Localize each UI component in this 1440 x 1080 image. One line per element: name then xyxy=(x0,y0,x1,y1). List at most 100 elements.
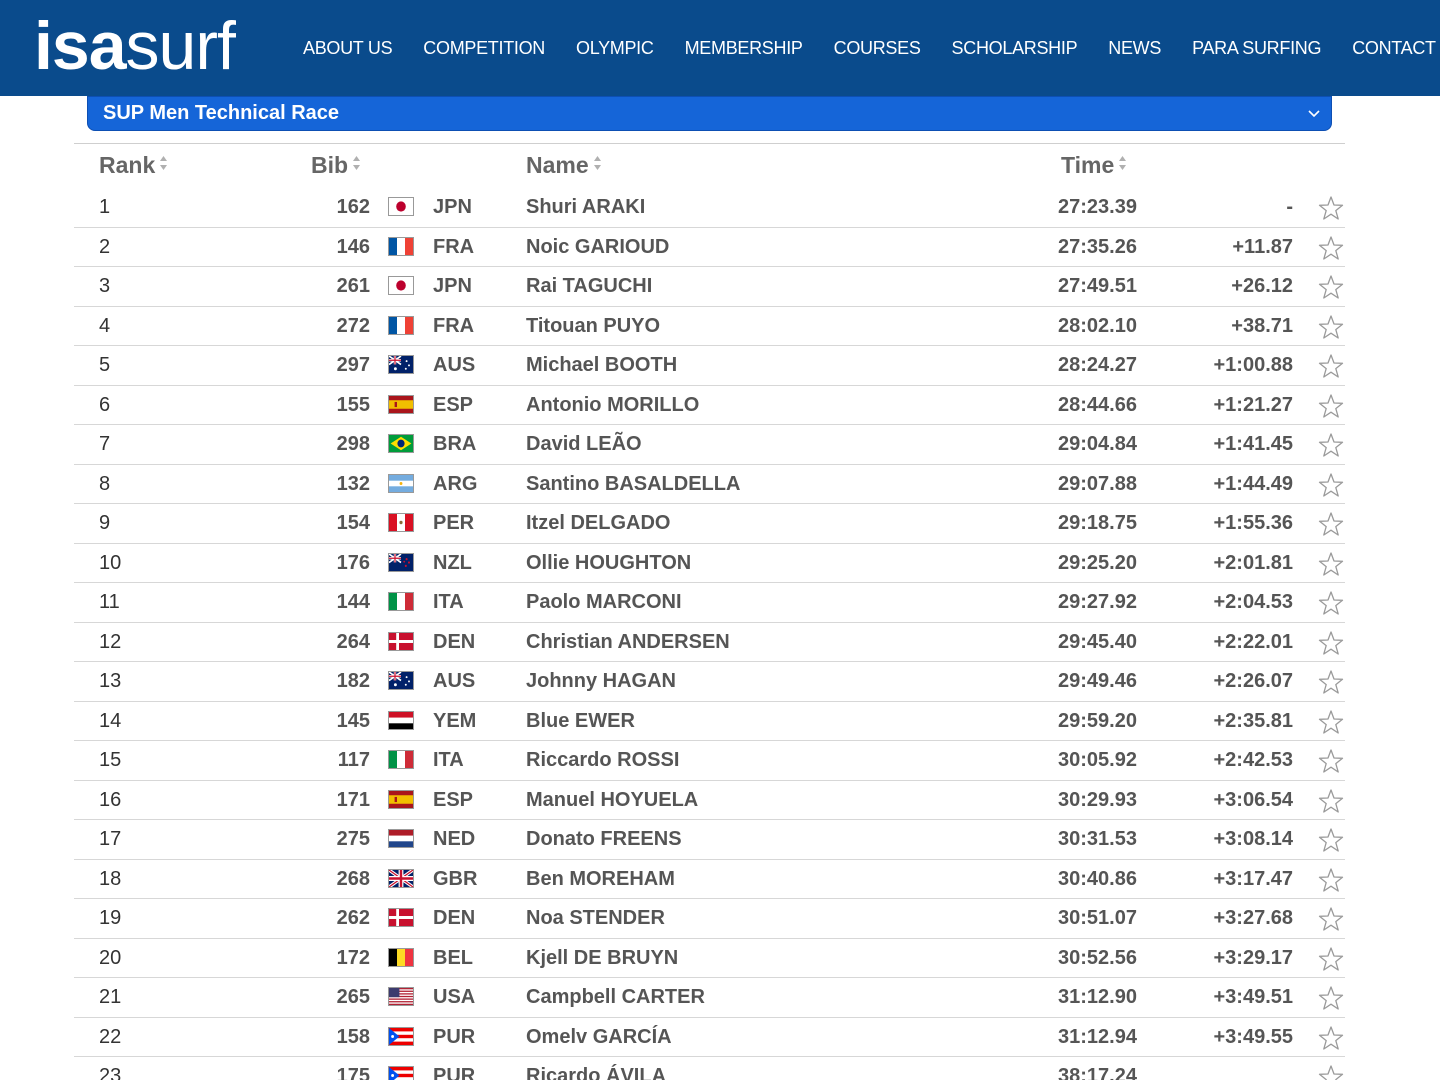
favorite-star-icon[interactable] xyxy=(1318,551,1344,577)
table-row[interactable]: 3 261 JPN Rai TAGUCHI 27:49.51 +26.12 xyxy=(74,267,1345,307)
time-cell: 29:27.92 xyxy=(1058,591,1137,613)
favorite-star-icon[interactable] xyxy=(1318,472,1344,498)
table-row[interactable]: 14 145 YEM Blue EWER 29:59.20 +2:35.81 xyxy=(74,702,1345,741)
table-row[interactable]: 4 272 FRA Titouan PUYO 28:02.10 +38.71 xyxy=(74,307,1345,346)
table-row[interactable]: 1 162 JPN Shuri ARAKI 27:23.39 - xyxy=(74,188,1345,228)
favorite-star-icon[interactable] xyxy=(1318,590,1344,616)
favorite-star-icon[interactable] xyxy=(1318,906,1344,932)
column-header-name[interactable]: Name xyxy=(526,152,602,179)
athlete-name-cell[interactable]: Omelv GARCÍA xyxy=(526,1018,672,1057)
table-row[interactable]: 22 158 PUR Omelv GARCÍA 31:12.94 +3:49.55 xyxy=(74,1018,1345,1057)
favorite-star-icon[interactable] xyxy=(1318,274,1344,300)
favorite-star-icon[interactable] xyxy=(1318,788,1344,814)
table-row[interactable]: 15 117 ITA Riccardo ROSSI 30:05.92 +2:42.53 xyxy=(74,741,1345,781)
nav-contact[interactable]: CONTACT xyxy=(1352,38,1436,59)
athlete-name-cell[interactable]: Manuel HOYUELA xyxy=(526,781,698,820)
athlete-name-cell[interactable]: Blue EWER xyxy=(526,702,635,741)
athlete-name-cell[interactable]: Antonio MORILLO xyxy=(526,386,699,425)
table-row[interactable]: 16 171 ESP Manuel HOYUELA 30:29.93 +3:06.54 xyxy=(74,781,1345,820)
athlete-name-cell[interactable]: Noa STENDER xyxy=(526,899,665,938)
nav-scholarship[interactable]: SCHOLARSHIP xyxy=(952,38,1078,59)
nav-competition[interactable]: COMPETITION xyxy=(423,38,545,59)
nation-cell: ESP xyxy=(433,788,474,811)
table-row[interactable]: 18 268 GBR Ben MOREHAM 30:40.86 +3:17.47 xyxy=(74,860,1345,899)
nation-cell: AUS xyxy=(433,670,476,692)
athlete-name-cell[interactable]: Ollie HOUGHTON xyxy=(526,544,691,583)
favorite-star-icon[interactable] xyxy=(1318,432,1344,458)
athlete-name-cell[interactable]: Donato FREENS xyxy=(526,820,682,859)
nation-cell: NED xyxy=(433,828,476,850)
rank-cell: 5 xyxy=(99,354,111,376)
favorite-star-icon[interactable] xyxy=(1318,511,1344,537)
favorite-star-icon[interactable] xyxy=(1318,946,1344,972)
nation-cell: ITA xyxy=(433,749,464,771)
bib-cell: 272 xyxy=(336,314,370,337)
favorite-star-icon[interactable] xyxy=(1318,669,1344,695)
time-cell: 29:07.88 xyxy=(1058,472,1137,495)
table-row[interactable]: 19 262 DEN Noa STENDER 30:51.07 +3:27.68 xyxy=(74,899,1345,939)
athlete-name-cell[interactable]: Itzel DELGADO xyxy=(526,504,670,543)
time-cell: 28:24.27 xyxy=(1058,354,1137,376)
table-row[interactable]: 23 175 PUR Ricardo ÁVILA 38:17.24 xyxy=(74,1057,1345,1080)
favorite-star-icon[interactable] xyxy=(1318,1064,1344,1080)
athlete-name-cell[interactable]: Campbell CARTER xyxy=(526,978,705,1017)
favorite-star-icon[interactable] xyxy=(1318,235,1344,261)
favorite-star-icon[interactable] xyxy=(1318,985,1344,1011)
favorite-star-icon[interactable] xyxy=(1318,630,1344,656)
isasurf-logo[interactable]: isa surf xyxy=(34,10,236,82)
table-row[interactable]: 8 132 ARG Santino BASALDELLA 29:07.88 +1:44.4… xyxy=(74,465,1345,504)
favorite-star-icon[interactable] xyxy=(1318,353,1344,379)
table-row[interactable]: 5 297 AUS Michael BOOTH 28:24.27 +1:00.88 xyxy=(74,346,1345,386)
table-row[interactable]: 7 298 BRA David LEÃO 29:04.84 +1:41.45 xyxy=(74,425,1345,465)
nav-about-us[interactable]: ABOUT US xyxy=(303,38,393,59)
athlete-name-cell[interactable]: Riccardo ROSSI xyxy=(526,741,679,780)
favorite-star-icon[interactable] xyxy=(1318,314,1344,340)
table-row[interactable]: 12 264 DEN Christian ANDERSEN 29:45.40 +2:22.… xyxy=(74,623,1345,662)
gap-cell: +2:22.01 xyxy=(1213,630,1293,653)
nav-para-surfing[interactable]: PARA SURFING xyxy=(1192,38,1321,59)
column-header-bib[interactable]: Bib xyxy=(311,152,361,179)
table-row[interactable]: 2 146 FRA Noic GARIOUD 27:35.26 +11.87 xyxy=(74,228,1345,267)
favorite-star-icon[interactable] xyxy=(1318,393,1344,419)
table-row[interactable]: 21 265 USA Campbell CARTER 31:12.90 +3:49.51 xyxy=(74,978,1345,1018)
bib-cell: 176 xyxy=(336,551,370,574)
column-header-rank[interactable]: Rank xyxy=(99,152,168,179)
favorite-star-icon[interactable] xyxy=(1318,827,1344,853)
nav-courses[interactable]: COURSES xyxy=(834,38,921,59)
athlete-name-cell[interactable]: Rai TAGUCHI xyxy=(526,267,652,306)
table-row[interactable]: 17 275 NED Donato FREENS 30:31.53 +3:08.14 xyxy=(74,820,1345,860)
athlete-name-cell[interactable]: Christian ANDERSEN xyxy=(526,623,730,662)
athlete-name-cell[interactable]: David LEÃO xyxy=(526,425,642,464)
table-row[interactable]: 6 155 ESP Antonio MORILLO 28:44.66 +1:21.27 xyxy=(74,386,1345,425)
athlete-name-cell[interactable]: Kjell DE BRUYN xyxy=(526,939,678,978)
nav-olympic[interactable]: OLYMPIC xyxy=(576,38,654,59)
athlete-name-cell[interactable]: Michael BOOTH xyxy=(526,346,677,385)
bib-cell: 172 xyxy=(336,946,370,969)
athlete-name-cell[interactable]: Titouan PUYO xyxy=(526,307,660,346)
athlete-name-cell[interactable]: Johnny HAGAN xyxy=(526,662,676,701)
table-row[interactable]: 20 172 BEL Kjell DE BRUYN 30:52.56 +3:29.17 xyxy=(74,939,1345,978)
favorite-star-icon[interactable] xyxy=(1318,748,1344,774)
event-dropdown[interactable]: SUP Men Technical Race xyxy=(87,96,1332,131)
table-row[interactable]: 11 144 ITA Paolo MARCONI 29:27.92 +2:04.53 xyxy=(74,583,1345,623)
table-row[interactable]: 13 182 AUS Johnny HAGAN 29:49.46 +2:26.07 xyxy=(74,662,1345,702)
nav-membership[interactable]: MEMBERSHIP xyxy=(685,38,803,59)
athlete-name-cell[interactable]: Ben MOREHAM xyxy=(526,860,675,899)
table-row[interactable]: 10 176 NZL Ollie HOUGHTON 29:25.20 +2:01.81 xyxy=(74,544,1345,583)
favorite-star-icon[interactable] xyxy=(1318,709,1344,735)
athlete-name-cell[interactable]: Paolo MARCONI xyxy=(526,583,682,622)
favorite-star-icon[interactable] xyxy=(1318,195,1344,221)
athlete-name-cell[interactable]: Ricardo ÁVILA xyxy=(526,1057,666,1080)
gap-cell: +2:01.81 xyxy=(1213,551,1293,574)
bib-cell: 268 xyxy=(336,867,370,890)
results-table: Rank Bib Name Time 1 162 JPN Shuri ARAKI 27:… xyxy=(74,143,1345,1080)
athlete-name-cell[interactable]: Santino BASALDELLA xyxy=(526,465,740,504)
column-header-time[interactable]: Time xyxy=(1061,152,1127,179)
athlete-name-cell[interactable]: Noic GARIOUD xyxy=(526,228,669,267)
bib-cell: 117 xyxy=(337,749,370,771)
favorite-star-icon[interactable] xyxy=(1318,1025,1344,1051)
nav-news[interactable]: NEWS xyxy=(1108,38,1161,59)
table-row[interactable]: 9 154 PER Itzel DELGADO 29:18.75 +1:55.36 xyxy=(74,504,1345,544)
favorite-star-icon[interactable] xyxy=(1318,867,1344,893)
athlete-name-cell[interactable]: Shuri ARAKI xyxy=(526,188,645,227)
